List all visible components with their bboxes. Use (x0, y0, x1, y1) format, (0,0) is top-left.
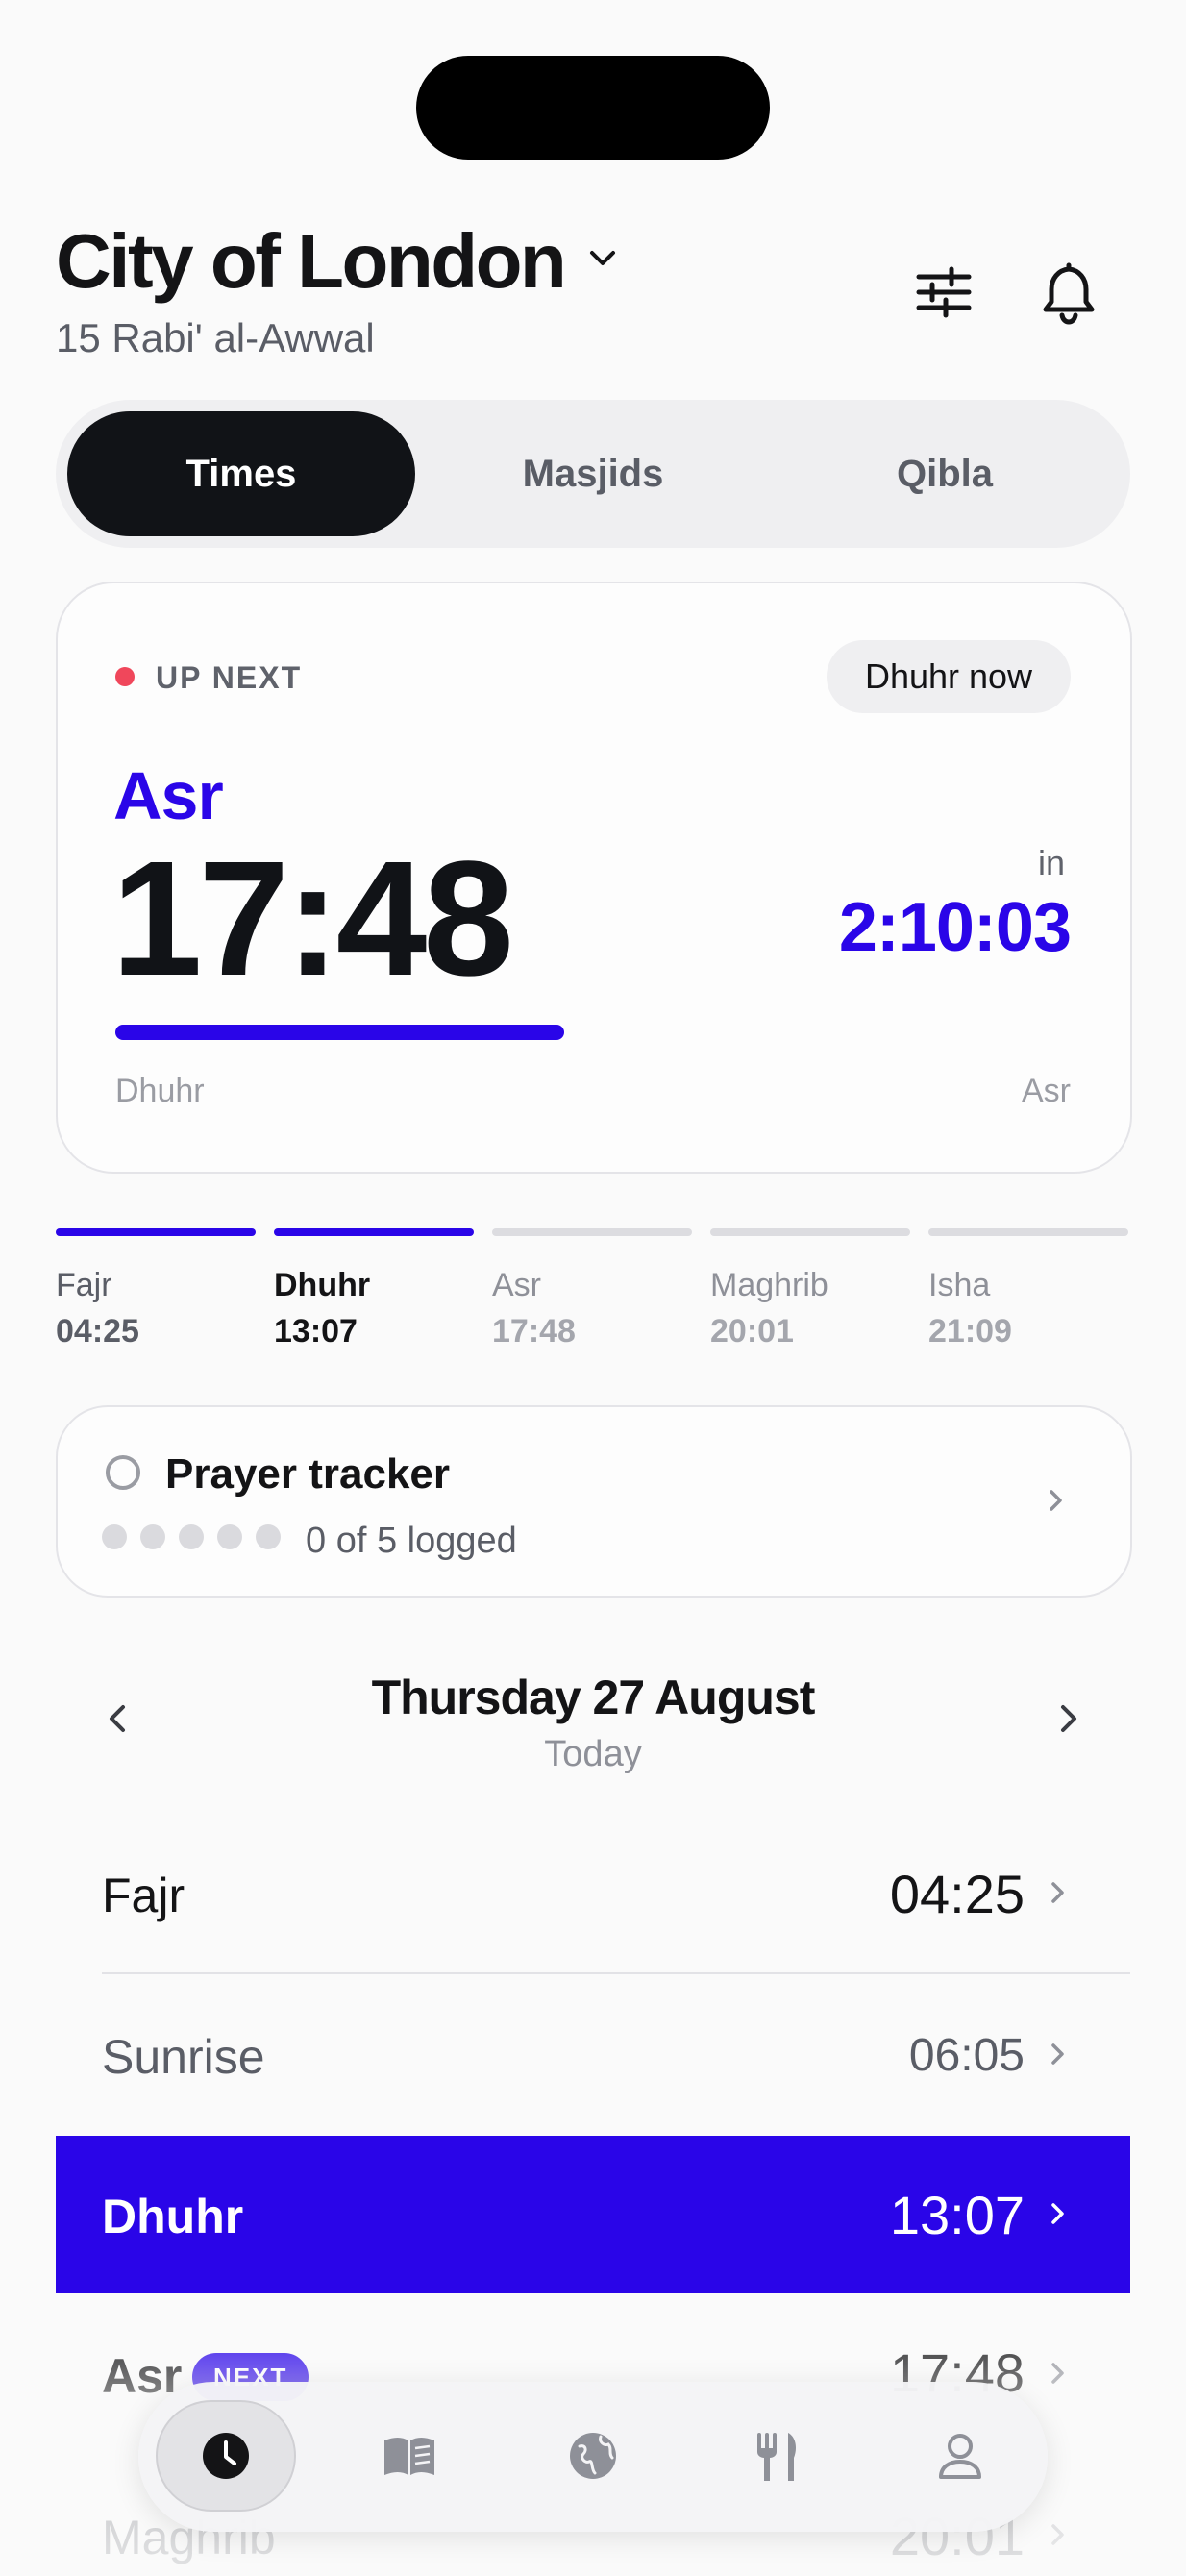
chevron-down-icon[interactable] (586, 242, 619, 275)
prayer-row-sunrise-name[interactable]: Sunrise (102, 2028, 265, 2086)
timeline-bar (56, 1228, 256, 1236)
book-icon[interactable] (381, 2427, 438, 2485)
day-subtitle: Today (544, 1734, 642, 1774)
tracker-dot (179, 1524, 204, 1549)
timeline-prayer-time: 04:25 (56, 1313, 139, 1350)
countdown-value: 2:10:03 (838, 889, 1072, 966)
status-dot (115, 667, 135, 686)
fork-knife-icon[interactable] (748, 2427, 805, 2485)
chevron-right-icon (1051, 2363, 1064, 2384)
tracker-count: 0 of 5 logged (306, 1521, 517, 1561)
timeline-prayer-name: Isha (928, 1267, 991, 1303)
prayer-row-fajr-name[interactable]: Fajr (102, 1867, 185, 1924)
timeline-prayer-name: Dhuhr (274, 1267, 371, 1303)
timeline-bar (492, 1228, 692, 1236)
tab-masjids[interactable]: Masjids (419, 411, 767, 536)
prayer-tracker-card[interactable] (56, 1405, 1132, 1598)
next-prayer-time: 17:48 (111, 828, 514, 1010)
hijri-date: 15 Rabi' al-Awwal (56, 315, 375, 360)
chevron-right-icon (1051, 2043, 1064, 2065)
tracker-dot (102, 1524, 127, 1549)
tracker-dot (217, 1524, 242, 1549)
tracker-title: Prayer tracker (165, 1450, 451, 1498)
timeline-bar (928, 1228, 1128, 1236)
tracker-dot (140, 1524, 165, 1549)
current-prayer-badge: Dhuhr now (827, 640, 1071, 713)
timeline-prayer-time: 21:09 (928, 1313, 1012, 1350)
timeline-prayer-time: 20:01 (710, 1313, 794, 1350)
prayer-row-dhuhr-time: 13:07 (889, 2185, 1025, 2245)
tab-times[interactable]: Times (67, 411, 415, 536)
timeline-bar (274, 1228, 474, 1236)
next-day-icon[interactable] (1051, 1701, 1086, 1736)
day-title: Thursday 27 August (371, 1671, 816, 1724)
tracker-check-icon (106, 1455, 140, 1490)
countdown-label: in (1038, 843, 1066, 882)
globe-icon[interactable] (564, 2427, 622, 2485)
prayer-row-dhuhr-name[interactable]: Dhuhr (102, 2188, 243, 2245)
timeline-prayer-time: 17:48 (492, 1313, 576, 1350)
next-prayer-name: Asr (113, 758, 224, 833)
timeline-bar (710, 1228, 910, 1236)
dynamic-island (416, 56, 770, 160)
row-divider (102, 1972, 1130, 1974)
up-next-label: UP NEXT (156, 660, 303, 695)
chevron-right-icon (1051, 2203, 1064, 2224)
tab-qibla[interactable]: Qibla (771, 411, 1119, 536)
city-title[interactable]: City of London (56, 213, 567, 310)
person-icon[interactable] (931, 2427, 989, 2485)
chevron-right-icon (1051, 2524, 1064, 2545)
view-segmented-control: Times Masjids Qibla (56, 400, 1130, 548)
timeline-prayer-time: 13:07 (274, 1313, 358, 1350)
chevron-right-icon (1051, 1882, 1064, 1903)
prayer-row-sunrise-time: 06:05 (908, 2030, 1025, 2081)
chevron-right-icon (1050, 1490, 1062, 1511)
tracker-dot (256, 1524, 281, 1549)
bell-icon[interactable] (1032, 256, 1105, 329)
sliders-icon[interactable] (907, 256, 980, 329)
clock-icon[interactable] (197, 2427, 255, 2485)
timeline-prayer-name: Maghrib (710, 1267, 828, 1303)
progress-end-label: Asr (1022, 1073, 1071, 1109)
progress-fill (115, 1025, 564, 1040)
prayer-row-fajr-time: 04:25 (889, 1864, 1025, 1924)
progress-start-label: Dhuhr (115, 1073, 205, 1109)
timeline-prayer-name: Asr (492, 1267, 541, 1303)
previous-day-icon[interactable] (100, 1701, 135, 1736)
timeline-prayer-name: Fajr (56, 1267, 112, 1303)
